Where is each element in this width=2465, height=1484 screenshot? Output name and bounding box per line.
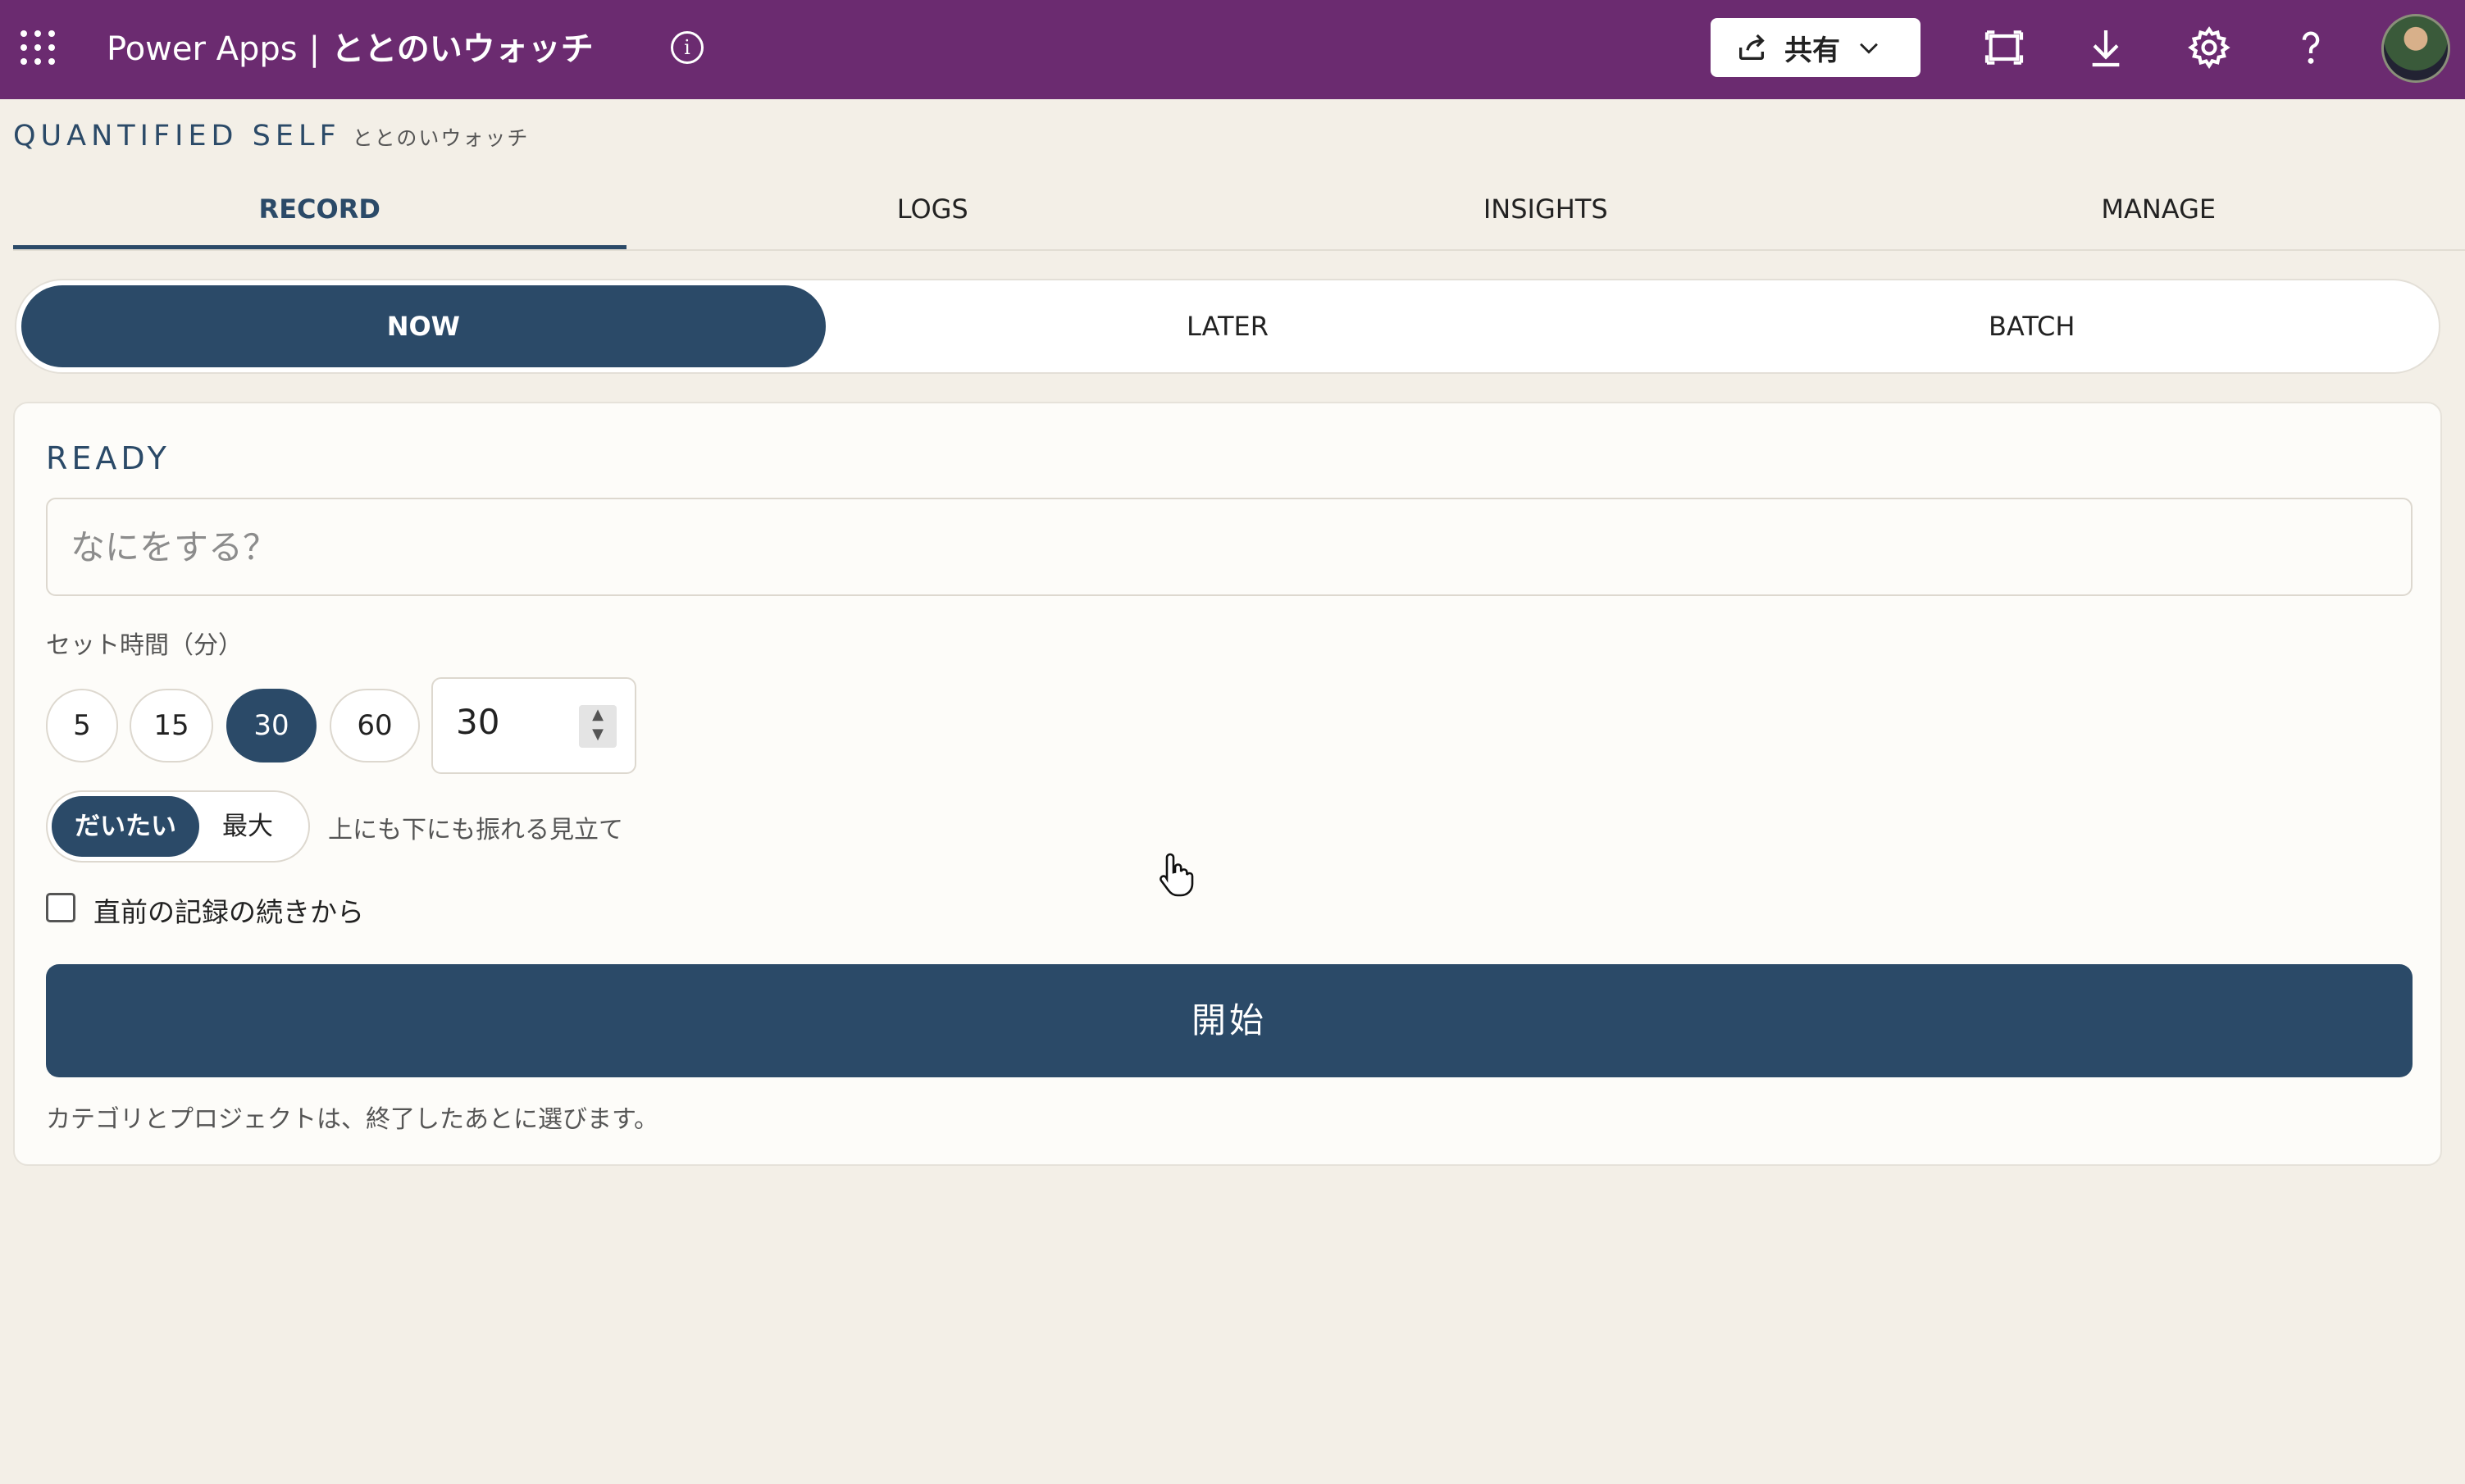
continue-label[interactable]: 直前の記録の続きから xyxy=(93,890,364,930)
help-icon[interactable] xyxy=(2288,25,2334,71)
estimate-mode-toggle: だいたい 最大 xyxy=(46,790,310,863)
continue-checkbox[interactable] xyxy=(46,893,75,922)
tab-insights[interactable]: INSIGHTS xyxy=(1239,172,1852,249)
tab-manage[interactable]: MANAGE xyxy=(1852,172,2465,249)
start-button[interactable]: 開始 xyxy=(46,964,2413,1077)
preset-5-button[interactable]: 5 xyxy=(46,689,118,762)
mode-approx-option[interactable]: だいたい xyxy=(52,796,199,857)
app-header-bar: Power Apps | ととのいウォッチ i 共有 xyxy=(0,0,2465,99)
app-launcher-icon[interactable] xyxy=(21,30,55,65)
product-name: Power Apps xyxy=(107,30,298,68)
info-icon[interactable]: i xyxy=(671,31,704,64)
task-input[interactable] xyxy=(46,498,2413,596)
record-mode-segment: NOW LATER BATCH xyxy=(15,279,2440,374)
chevron-down-icon xyxy=(1860,43,1878,54)
settings-gear-icon[interactable] xyxy=(2186,25,2232,71)
mode-max-option[interactable]: 最大 xyxy=(199,796,296,857)
tab-logs[interactable]: LOGS xyxy=(627,172,1240,249)
share-label: 共有 xyxy=(1784,34,1840,67)
share-button[interactable]: 共有 xyxy=(1711,18,1921,77)
segment-later[interactable]: LATER xyxy=(826,285,1630,367)
app-title: Power Apps | ととのいウォッチ xyxy=(107,25,594,74)
status-label: READY xyxy=(46,440,171,476)
minutes-stepper[interactable]: 30 ▲ ▼ xyxy=(431,677,636,774)
hand-pointer-icon xyxy=(1160,853,1194,897)
brand-subtitle: ととのいウォッチ xyxy=(352,126,530,150)
share-icon xyxy=(1739,34,1765,60)
app-name: ととのいウォッチ xyxy=(331,30,594,68)
title-separator: | xyxy=(308,30,321,68)
brand-title: QUANTIFIED SELF xyxy=(13,120,341,152)
preset-15-button[interactable]: 15 xyxy=(130,689,213,762)
user-avatar[interactable] xyxy=(2381,14,2450,83)
record-card: READY セット時間（分） 5 15 30 60 30 ▲▼ だいたい 最大 … xyxy=(13,402,2442,1166)
minutes-value: 30 xyxy=(456,702,500,742)
fit-to-screen-icon[interactable] xyxy=(1981,25,2027,71)
main-tabs: RECORD LOGS INSIGHTS MANAGE xyxy=(13,172,2465,251)
segment-now[interactable]: NOW xyxy=(21,285,826,367)
download-icon[interactable] xyxy=(2083,25,2129,71)
tab-record[interactable]: RECORD xyxy=(13,172,627,249)
spin-arrows-icon[interactable]: ▲ ▼ xyxy=(579,705,617,748)
preset-60-button[interactable]: 60 xyxy=(330,689,420,762)
footer-note: カテゴリとプロジェクトは、終了したあとに選びます。 xyxy=(46,1105,658,1134)
preset-30-button[interactable]: 30 xyxy=(226,689,317,762)
set-time-label: セット時間（分） xyxy=(46,631,243,660)
segment-batch[interactable]: BATCH xyxy=(1629,285,2434,367)
brand-header: QUANTIFIED SELF ととのいウォッチ xyxy=(13,120,529,152)
mode-hint: 上にも下にも振れる見立て xyxy=(328,816,623,844)
